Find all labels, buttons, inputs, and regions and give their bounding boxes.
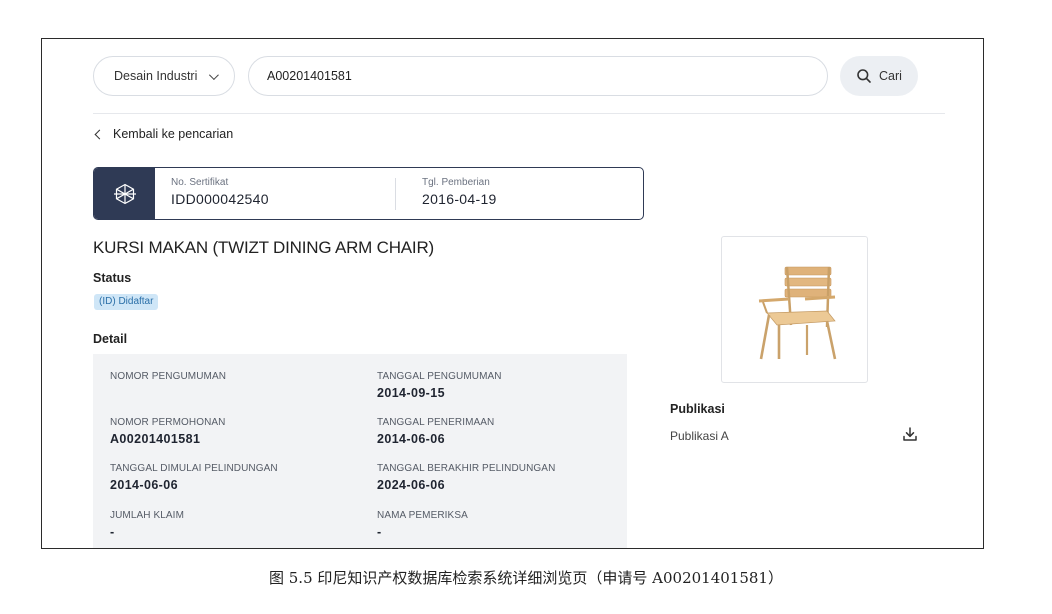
detail-value: - (377, 525, 382, 539)
status-badge: (ID) Didaftar (94, 294, 159, 310)
back-link-label: Kembali ke pencarian (113, 127, 234, 141)
figure-caption: 图 5.5 印尼知识产权数据库检索系统详细浏览页（申请号 A0020140158… (269, 569, 783, 587)
detail-item: NOMOR PERMOHONAN A00201401581 (110, 417, 226, 446)
detail-key: TANGGAL DIMULAI PELINDUNGAN (110, 463, 278, 474)
search-input[interactable] (248, 56, 828, 96)
search-button-label: Cari (879, 69, 902, 83)
certificate-number-label: No. Sertifikat (171, 177, 229, 188)
detail-heading: Detail (93, 332, 128, 346)
detail-value: A00201401581 (110, 432, 201, 446)
cube-icon (113, 183, 136, 204)
screenshot-frame: Desain Industri Cari Kembali ke pencaria… (41, 38, 984, 549)
chevron-left-icon (94, 129, 105, 139)
chair-illustration (758, 266, 836, 359)
certificate-icon-box (94, 168, 155, 219)
design-title: KURSI MAKAN (TWIZT DINING ARM CHAIR) (93, 238, 434, 257)
detail-key: NAMA PEMERIKSA (377, 510, 468, 521)
detail-key: TANGGAL BERAKHIR PELINDUNGAN (377, 463, 556, 474)
certificate-separator (395, 178, 396, 210)
detail-item: JUMLAH KLAIM - (110, 510, 184, 539)
certificate-number: No. Sertifikat IDD000042540 (171, 177, 269, 207)
detail-item: NOMOR PENGUMUMAN (110, 371, 226, 386)
download-icon[interactable] (902, 426, 918, 442)
detail-value: 2014-06-06 (377, 432, 445, 446)
certificate-card: No. Sertifikat IDD000042540 Tgl. Pemberi… (93, 167, 644, 220)
back-to-search-link[interactable]: Kembali ke pencarian (94, 127, 234, 141)
detail-value: 2024-06-06 (377, 478, 445, 492)
header-divider (93, 113, 945, 114)
design-image[interactable] (721, 236, 868, 383)
detail-key: NOMOR PENGUMUMAN (110, 371, 227, 382)
grant-date-value: 2016-04-19 (422, 191, 497, 207)
detail-value: 2014-09-15 (377, 386, 445, 400)
detail-panel: NOMOR PENGUMUMAN TANGGAL PENGUMUMAN 2014… (93, 354, 627, 548)
grant-date: Tgl. Pemberian 2016-04-19 (422, 177, 497, 207)
detail-key: NOMOR PERMOHONAN (110, 417, 226, 428)
search-icon (857, 69, 871, 83)
ip-type-select[interactable]: Desain Industri (93, 56, 235, 96)
chevron-down-icon (209, 69, 220, 80)
detail-value: - (110, 525, 115, 539)
certificate-number-value: IDD000042540 (171, 191, 269, 207)
search-button[interactable]: Cari (840, 56, 918, 96)
status-heading: Status (93, 271, 132, 285)
detail-item: TANGGAL PENGUMUMAN 2014-09-15 (377, 371, 502, 400)
publication-heading: Publikasi (670, 402, 725, 416)
detail-item: NAMA PEMERIKSA - (377, 510, 468, 539)
detail-key: JUMLAH KLAIM (110, 510, 184, 521)
detail-item: TANGGAL BERAKHIR PELINDUNGAN 2024-06-06 (377, 463, 555, 492)
detail-key: TANGGAL PENGUMUMAN (377, 371, 502, 382)
detail-item: TANGGAL DIMULAI PELINDUNGAN 2014-06-06 (110, 463, 278, 492)
detail-key: TANGGAL PENERIMAAN (377, 417, 495, 428)
detail-value: 2014-06-06 (110, 478, 178, 492)
ip-type-value: Desain Industri (114, 69, 198, 83)
detail-item: TANGGAL PENERIMAAN 2014-06-06 (377, 417, 494, 446)
grant-date-label: Tgl. Pemberian (422, 177, 490, 188)
publication-item[interactable]: Publikasi A (670, 429, 729, 443)
